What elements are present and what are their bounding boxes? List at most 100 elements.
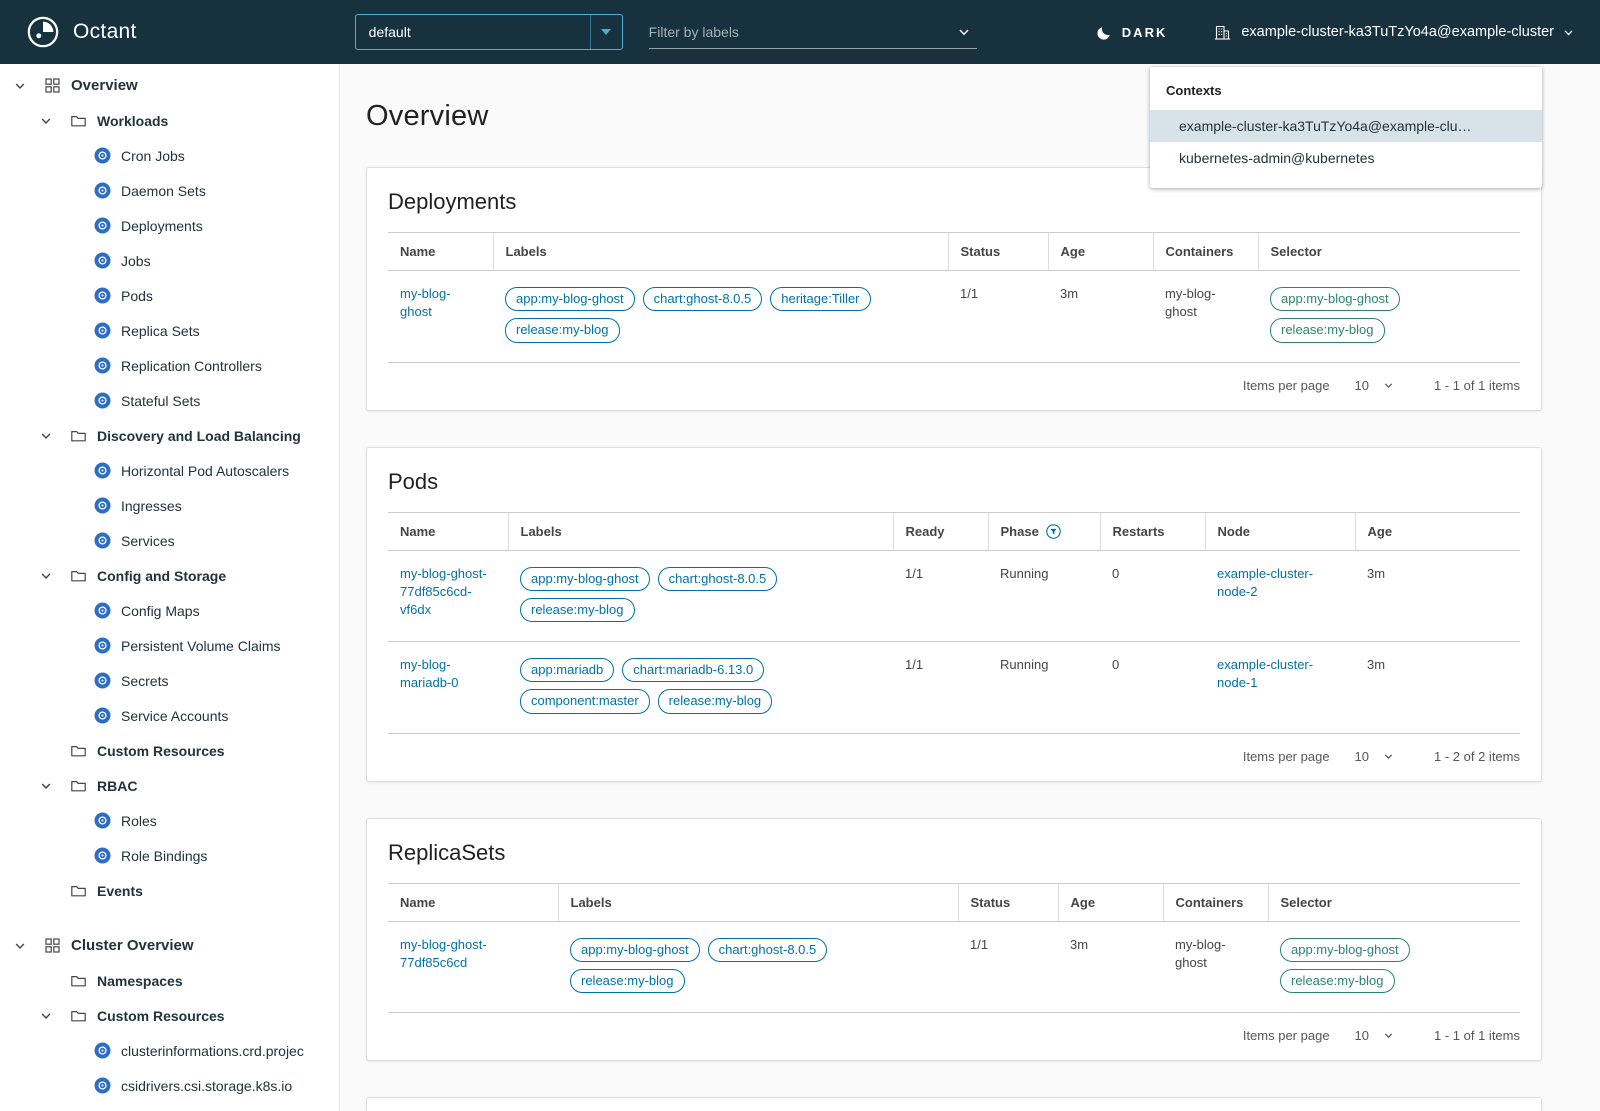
- sidebar-item-role-bindings[interactable]: Role Bindings: [0, 838, 339, 873]
- sidebar-item-replication-controllers[interactable]: Replication Controllers: [0, 348, 339, 383]
- column-header-containers[interactable]: Containers: [1162, 882, 1268, 922]
- column-header-node[interactable]: Node: [1204, 511, 1355, 551]
- cell-ready: 1/1: [893, 550, 988, 642]
- table-row: my-blog-ghost app:my-blog-ghost chart:ghos…: [388, 270, 1520, 363]
- sidebar-item-daemon-sets[interactable]: Daemon Sets: [0, 173, 339, 208]
- theme-toggle[interactable]: DARK: [1096, 24, 1168, 41]
- sidebar-item-service-accounts[interactable]: Service Accounts: [0, 698, 339, 733]
- column-header-phase[interactable]: Phase: [987, 511, 1100, 551]
- items-per-page-label: Items per page: [1242, 748, 1330, 764]
- sidebar-item-cluster-overview[interactable]: Cluster Overview: [0, 928, 339, 963]
- sidebar-item-secrets[interactable]: Secrets: [0, 663, 339, 698]
- sidebar-item-label: Horizontal Pod Autoscalers: [121, 462, 290, 479]
- sidebar-item-services[interactable]: Services: [0, 523, 339, 558]
- column-header-age[interactable]: Age: [1047, 232, 1153, 271]
- table-replicasets: Name Labels Status Age Containers Selector my-…: [388, 882, 1520, 1014]
- page-size-select[interactable]: 10: [1355, 378, 1394, 393]
- sidebar-item-label: Stateful Sets: [121, 392, 201, 409]
- funnel-filter-icon[interactable]: [1046, 523, 1061, 539]
- resource-icon: [94, 672, 111, 689]
- chevron-down-icon[interactable]: [40, 780, 52, 792]
- chevron-down-icon[interactable]: [40, 1010, 52, 1022]
- column-header-selector[interactable]: Selector: [1267, 882, 1520, 922]
- column-header-labels[interactable]: Labels: [507, 511, 893, 551]
- sidebar-item-cron-jobs[interactable]: Cron Jobs: [0, 138, 339, 173]
- column-header-labels[interactable]: Labels: [492, 232, 948, 271]
- resource-icon: [94, 322, 111, 339]
- sidebar-item-label: Custom Resources: [97, 742, 225, 759]
- sidebar-item-clusterinformations-crd-projec[interactable]: clusterinformations.crd.projec: [0, 1033, 339, 1068]
- sidebar-item-custom-resources[interactable]: Custom Resources: [0, 998, 339, 1033]
- sidebar-item-stateful-sets[interactable]: Stateful Sets: [0, 383, 339, 418]
- column-header-name[interactable]: Name: [388, 511, 508, 551]
- sidebar-item-csidrivers-csi-storage-k8s-io[interactable]: csidrivers.csi.storage.k8s.io: [0, 1068, 339, 1103]
- chevron-down-icon[interactable]: [40, 570, 52, 582]
- sidebar-item-config-maps[interactable]: Config Maps: [0, 593, 339, 628]
- table-body: my-blog-ghost-77df85c6cd app:my-blog-ghos…: [388, 921, 1520, 1013]
- column-header-ready[interactable]: Ready: [892, 511, 988, 551]
- sidebar-item-deployments[interactable]: Deployments: [0, 208, 339, 243]
- sidebar-item-jobs[interactable]: Jobs: [0, 243, 339, 278]
- resource-icon: [94, 182, 111, 199]
- folder-icon: [70, 777, 87, 794]
- column-header-age[interactable]: Age: [1057, 882, 1163, 922]
- column-header-status[interactable]: Status: [947, 232, 1048, 271]
- column-header-name[interactable]: Name: [388, 882, 558, 922]
- chevron-down-icon[interactable]: [40, 430, 52, 442]
- column-header-label: Containers: [1165, 244, 1234, 259]
- chevron-down-icon[interactable]: [14, 940, 26, 952]
- column-header-containers[interactable]: Containers: [1152, 232, 1258, 271]
- caret-down-icon: [589, 15, 622, 49]
- resource-link[interactable]: my-blog-ghost: [400, 286, 451, 319]
- column-header-age[interactable]: Age: [1354, 511, 1520, 551]
- column-header-label: Age: [1060, 244, 1086, 259]
- column-header-selector[interactable]: Selector: [1257, 232, 1520, 271]
- namespace-select[interactable]: default: [354, 14, 623, 50]
- sidebar-item-overview[interactable]: Overview: [0, 68, 339, 103]
- cell-ready: 1/1: [893, 641, 988, 734]
- sidebar-item-ingresses[interactable]: Ingresses: [0, 488, 339, 523]
- card-pods: Pods Name Labels Ready Phase Restarts Node Age m…: [366, 446, 1542, 782]
- context-selector[interactable]: example-cluster-ka3TuTzYo4a@example-clus…: [1213, 23, 1574, 42]
- sidebar-item-roles[interactable]: Roles: [0, 803, 339, 838]
- context-dropdown: Contexts example-cluster-ka3TuTzYo4a@exa…: [1150, 67, 1542, 188]
- chevron-down-icon[interactable]: [957, 25, 971, 39]
- label-pill: app:my-blog-ghost: [520, 566, 650, 591]
- sidebar-item-pods[interactable]: Pods: [0, 278, 339, 313]
- sidebar-item-namespaces[interactable]: Namespaces: [0, 963, 339, 998]
- sidebar-item-config-and-storage[interactable]: Config and Storage: [0, 558, 339, 593]
- resource-link[interactable]: my-blog-mariadb-0: [400, 657, 459, 690]
- resource-link[interactable]: example-cluster-node-2: [1217, 566, 1313, 599]
- sidebar-item-persistent-volume-claims[interactable]: Persistent Volume Claims: [0, 628, 339, 663]
- resource-link[interactable]: my-blog-ghost-77df85c6cd-vf6dx: [400, 566, 487, 617]
- sidebar-item-custom-resources[interactable]: Custom Resources: [0, 733, 339, 768]
- resource-link[interactable]: example-cluster-node-1: [1217, 657, 1313, 690]
- column-header-label: Node: [1217, 523, 1251, 539]
- header-row: Name Labels Ready Phase Restarts Node Age: [388, 511, 1520, 551]
- card-title: ReplicaSets: [388, 839, 506, 865]
- cell-age: 3m: [1058, 921, 1163, 1013]
- context-option[interactable]: kubernetes-admin@kubernetes: [1150, 142, 1542, 174]
- page-size-select[interactable]: 10: [1355, 1028, 1394, 1043]
- sidebar-item-replica-sets[interactable]: Replica Sets: [0, 313, 339, 348]
- sidebar-item-horizontal-pod-autoscalers[interactable]: Horizontal Pod Autoscalers: [0, 453, 339, 488]
- column-header-restarts[interactable]: Restarts: [1099, 511, 1205, 551]
- filter-labels-input[interactable]: [648, 23, 957, 40]
- chevron-down-icon: [1563, 27, 1574, 38]
- chevron-down-icon[interactable]: [14, 80, 26, 92]
- chevron-down-icon[interactable]: [40, 115, 52, 127]
- page-size-select[interactable]: 10: [1355, 749, 1394, 764]
- sidebar-item-workloads[interactable]: Workloads: [0, 103, 339, 138]
- resource-icon: [94, 637, 111, 654]
- cell-name: my-blog-ghost-77df85c6cd: [388, 921, 558, 1013]
- sidebar-item-discovery-and-load-balancing[interactable]: Discovery and Load Balancing: [0, 418, 339, 453]
- column-header-labels[interactable]: Labels: [557, 882, 958, 922]
- sidebar-item-events[interactable]: Events: [0, 873, 339, 908]
- column-header-status[interactable]: Status: [957, 882, 1058, 922]
- table-body: my-blog-ghost-77df85c6cd-vf6dx app:my-blo…: [388, 550, 1520, 734]
- label-pill: chart:ghost-8.0.5: [707, 937, 828, 962]
- resource-link[interactable]: my-blog-ghost-77df85c6cd: [400, 937, 487, 970]
- sidebar-item-rbac[interactable]: RBAC: [0, 768, 339, 803]
- column-header-name[interactable]: Name: [388, 232, 493, 271]
- context-option[interactable]: example-cluster-ka3TuTzYo4a@example-clu…: [1150, 110, 1542, 142]
